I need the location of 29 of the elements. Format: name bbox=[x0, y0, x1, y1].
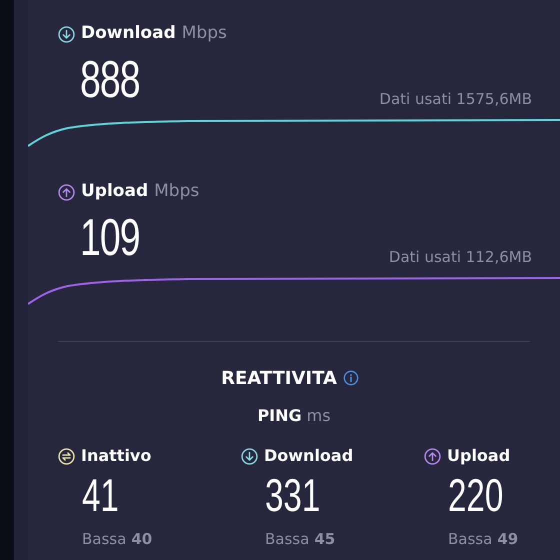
unit-label: ms bbox=[306, 405, 331, 427]
ping-value: 331 bbox=[265, 472, 322, 518]
ping-label: PING bbox=[257, 405, 302, 427]
ping-label: Inattivo bbox=[81, 445, 152, 467]
low-value: 45 bbox=[314, 529, 336, 550]
section-title: REATTIVITA bbox=[221, 366, 337, 390]
arrow-up-circle-icon bbox=[424, 448, 441, 464]
arrow-up-circle-icon bbox=[58, 184, 75, 200]
speed-value: 109 bbox=[80, 212, 140, 264]
ping-label: Download bbox=[264, 445, 354, 467]
low-label: Bassa bbox=[82, 529, 126, 550]
low-value: 40 bbox=[131, 529, 152, 550]
speed-value: 888 bbox=[80, 54, 140, 106]
speed-label: Upload bbox=[81, 180, 148, 204]
arrow-down-circle-icon bbox=[58, 26, 75, 42]
unit-label: Mbps bbox=[182, 22, 227, 46]
low-label: Bassa bbox=[265, 529, 310, 550]
info-icon[interactable] bbox=[342, 370, 359, 386]
ping-label: Upload bbox=[447, 445, 510, 467]
swap-arrows-circle-icon bbox=[58, 448, 75, 464]
ping-value: 220 bbox=[448, 472, 504, 518]
arrow-down-circle-icon bbox=[241, 448, 258, 464]
low-label: Bassa bbox=[448, 529, 492, 550]
ping-value: 41 bbox=[82, 472, 120, 518]
low-value: 49 bbox=[497, 529, 518, 550]
data-used-label: Dati usati 112,6MB bbox=[388, 246, 532, 268]
unit-label: Mbps bbox=[154, 180, 200, 204]
speed-label: Download bbox=[81, 22, 176, 46]
data-used-label: Dati usati 1575,6MB bbox=[379, 88, 532, 110]
